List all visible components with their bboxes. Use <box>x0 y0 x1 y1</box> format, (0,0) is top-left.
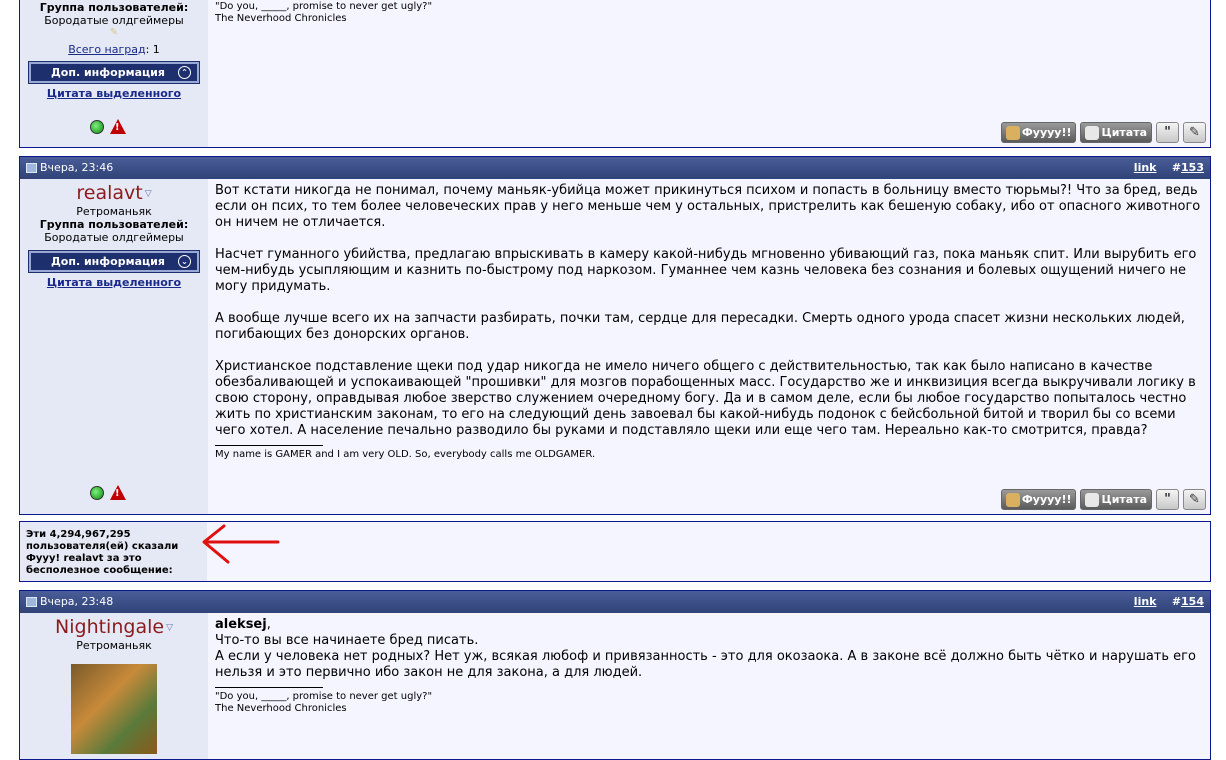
user-title: Ретроманьяк <box>76 638 152 652</box>
user-menu-dropdown-icon[interactable]: ▽ <box>145 183 152 205</box>
fuuu-button[interactable]: Фуууу!! <box>1000 122 1077 143</box>
post-previous: Группа пользователей: Бородатые олдгейме… <box>19 0 1211 148</box>
post-paragraph: Вот кстати никогда не понимал, почему ма… <box>215 183 1201 230</box>
signature: My name is GAMER and I am very OLD. So, … <box>215 449 596 460</box>
user-avatar <box>71 663 157 754</box>
signature-line1: "Do you, _____, promise to never get ugl… <box>215 1 433 12</box>
online-status-icon <box>90 119 104 134</box>
fuuu-icon <box>1005 125 1020 140</box>
signature-line2: The Neverhood Chronicles <box>215 703 347 714</box>
report-warning-icon[interactable]: ! <box>110 119 126 134</box>
post-number-link[interactable]: 154 <box>1181 595 1204 608</box>
addinfo-button[interactable]: Доп. информация ⌄ <box>28 249 200 273</box>
post-link[interactable]: link <box>1134 595 1157 608</box>
quote-icon <box>1085 492 1100 507</box>
thanks-users <box>207 522 1210 581</box>
post-date: Вчера, 23:46 <box>40 161 114 174</box>
signature-divider <box>215 445 323 446</box>
user-title: Ретроманьяк <box>76 204 152 218</box>
awards-link[interactable]: Всего наград <box>68 43 145 56</box>
post-154: Вчера, 23:48 link #154 Nightingale ▽ Ретр… <box>19 590 1211 760</box>
post-message: "Do you, _____, promise to never get ugl… <box>208 0 1210 147</box>
post-date: Вчера, 23:48 <box>40 595 114 608</box>
post-buttons: Фуууу!! Цитата " ✎ <box>1000 489 1206 510</box>
post-line: А если у человека нет родных? Нет уж, вс… <box>215 649 1196 680</box>
post-buttons: Фуууу!! Цитата " ✎ <box>1000 122 1206 143</box>
fuuu-button[interactable]: Фуууу!! <box>1000 489 1077 510</box>
user-group: Бородатые олдгеймеры <box>44 14 184 27</box>
post-icon <box>26 596 37 607</box>
post-message: Вот кстати никогда не понимал, почему ма… <box>208 179 1210 514</box>
addinfo-label: Доп. информация <box>51 66 165 79</box>
red-arrow-annotation <box>202 524 280 564</box>
reply-to-user: aleksej <box>215 617 267 632</box>
thanks-text: Эти 4,294,967,295 пользователя(ей) сказа… <box>20 522 207 581</box>
awards-count: : 1 <box>145 43 160 56</box>
award-icon: ✎ <box>109 27 119 38</box>
username-link[interactable]: realavt ▽ <box>20 182 208 205</box>
online-status-icon <box>90 485 104 500</box>
quote-selected-link[interactable]: Цитата выделенного <box>20 87 208 100</box>
quote-icon <box>1085 125 1100 140</box>
post-icon <box>26 162 37 173</box>
signature-line2: The Neverhood Chronicles <box>215 13 347 24</box>
post-message: aleksej, Что-то вы все начинаете бред пи… <box>208 613 1210 759</box>
report-warning-icon[interactable]: ! <box>110 485 126 500</box>
addinfo-button[interactable]: Доп. информация ⌃ <box>28 61 200 84</box>
post-header: Вчера, 23:48 link #154 <box>20 591 1210 613</box>
collapse-up-icon[interactable]: ⌃ <box>178 66 191 79</box>
user-info-column: Группа пользователей: Бородатые олдгейме… <box>20 0 208 147</box>
post-header: Вчера, 23:46 link #153 <box>20 157 1210 179</box>
user-info-column: realavt ▽ Ретроманьяк Группа пользователе… <box>20 179 208 514</box>
quote-button[interactable]: Цитата <box>1080 122 1152 143</box>
user-status: ! <box>90 119 126 134</box>
post-153: Вчера, 23:46 link #153 realavt ▽ Ретроман… <box>19 156 1211 515</box>
edit-button[interactable]: ✎ <box>1183 489 1206 510</box>
fuuu-icon <box>1005 492 1020 507</box>
quote-selected-link[interactable]: Цитата выделенного <box>20 276 208 289</box>
user-group-label: Группа пользователей: <box>39 217 189 231</box>
post-paragraph: Христианское подставление щеки под удар … <box>215 359 1196 438</box>
post-number-link[interactable]: 153 <box>1181 161 1204 174</box>
signature-line1: "Do you, _____, promise to never get ugl… <box>215 691 433 702</box>
multiquote-button[interactable]: " <box>1156 489 1179 510</box>
post-link[interactable]: link <box>1134 161 1157 174</box>
quote-button[interactable]: Цитата <box>1080 489 1152 510</box>
user-menu-dropdown-icon[interactable]: ▽ <box>166 617 173 639</box>
signature-divider <box>215 687 323 688</box>
post-paragraph: А вообще лучше всего их на запчасти разб… <box>215 311 1185 342</box>
user-status: ! <box>90 485 126 500</box>
addinfo-label: Доп. информация <box>51 254 165 268</box>
post-paragraph: Насчет гуманного убийства, предлагаю впр… <box>215 247 1197 294</box>
username-link[interactable]: Nightingale ▽ <box>20 616 208 639</box>
post-line: Что-то вы все начинаете бред писать. <box>215 633 479 648</box>
edit-button[interactable]: ✎ <box>1183 122 1206 143</box>
multiquote-button[interactable]: " <box>1156 122 1179 143</box>
expand-down-icon[interactable]: ⌄ <box>178 254 191 268</box>
user-group: Бородатые олдгеймеры <box>44 230 184 244</box>
user-info-column: Nightingale ▽ Ретроманьяк <box>20 613 208 759</box>
user-group-label: Группа пользователей: <box>39 1 189 14</box>
